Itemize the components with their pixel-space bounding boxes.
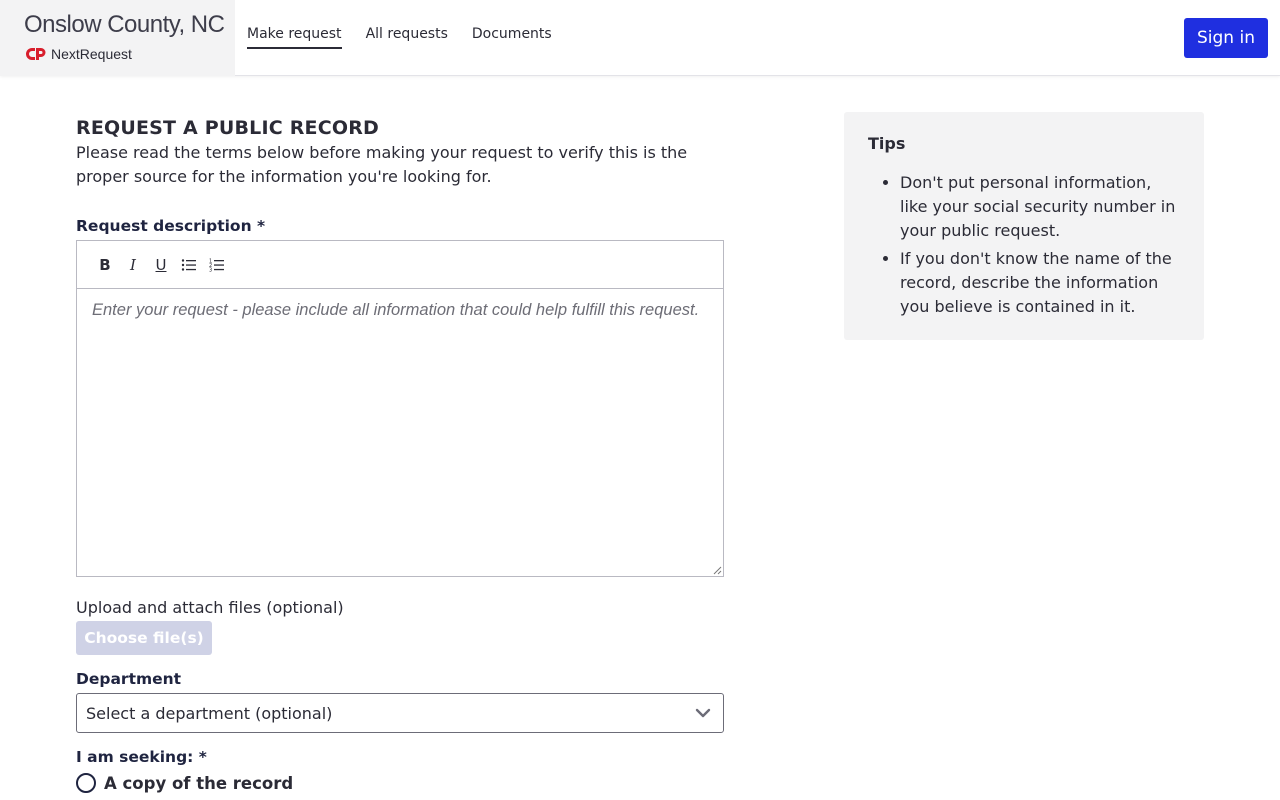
department-select[interactable]: Select a department (optional) — [76, 693, 724, 733]
tip-item: Don't put personal information, like you… — [900, 171, 1180, 243]
nextrequest-logo-icon — [26, 48, 46, 60]
seeking-label: I am seeking: * — [76, 748, 207, 766]
nav-make-request[interactable]: Make request — [247, 24, 342, 49]
editor-toolbar: B I U 1 2 3 — [77, 241, 723, 289]
tips-list: Don't put personal information, like you… — [868, 171, 1180, 319]
italic-button[interactable]: I — [119, 253, 147, 277]
page-title: REQUEST A PUBLIC RECORD — [76, 117, 380, 139]
upload-label: Upload and attach files (optional) — [76, 598, 344, 617]
tips-panel: Tips Don't put personal information, lik… — [844, 112, 1204, 340]
main-nav: Make request All requests Documents — [247, 24, 576, 49]
resize-grip-icon[interactable] — [713, 566, 722, 575]
numbered-list-icon: 1 2 3 — [209, 258, 224, 272]
numbered-list-button[interactable]: 1 2 3 — [203, 253, 231, 277]
radio-button[interactable] — [76, 773, 96, 793]
bold-button[interactable]: B — [91, 253, 119, 277]
chevron-down-icon — [695, 708, 711, 718]
product-name: NextRequest — [51, 46, 132, 62]
department-label: Department — [76, 670, 182, 688]
tip-item: If you don't know the name of the record… — [900, 247, 1180, 319]
tips-title: Tips — [868, 134, 906, 153]
choose-files-button[interactable]: Choose file(s) — [76, 621, 212, 655]
bullet-list-button[interactable] — [175, 253, 203, 277]
request-description-label: Request description * — [76, 217, 266, 235]
nav-documents[interactable]: Documents — [472, 24, 552, 49]
seeking-option-copy[interactable]: A copy of the record — [76, 773, 293, 793]
request-description-input[interactable] — [77, 289, 723, 576]
product-brand: NextRequest — [25, 45, 132, 63]
intro-text: Please read the terms below before makin… — [76, 143, 688, 186]
department-select-value: Select a department (optional) — [86, 703, 333, 723]
nav-all-requests[interactable]: All requests — [366, 24, 448, 49]
request-description-editor: B I U 1 2 3 — [76, 240, 724, 577]
request-form: REQUEST A PUBLIC RECORD Please read the … — [76, 112, 726, 793]
seeking-option-label: A copy of the record — [104, 773, 294, 793]
bullet-list-icon — [181, 258, 196, 271]
top-header: Onslow County, NC NextRequest Make reque… — [0, 0, 1280, 76]
underline-button[interactable]: U — [147, 253, 175, 277]
org-name: Onslow County, NC — [24, 11, 225, 38]
sign-in-button[interactable]: Sign in — [1184, 18, 1268, 58]
brand-block[interactable]: Onslow County, NC NextRequest — [0, 0, 235, 76]
svg-text:3: 3 — [209, 267, 212, 272]
